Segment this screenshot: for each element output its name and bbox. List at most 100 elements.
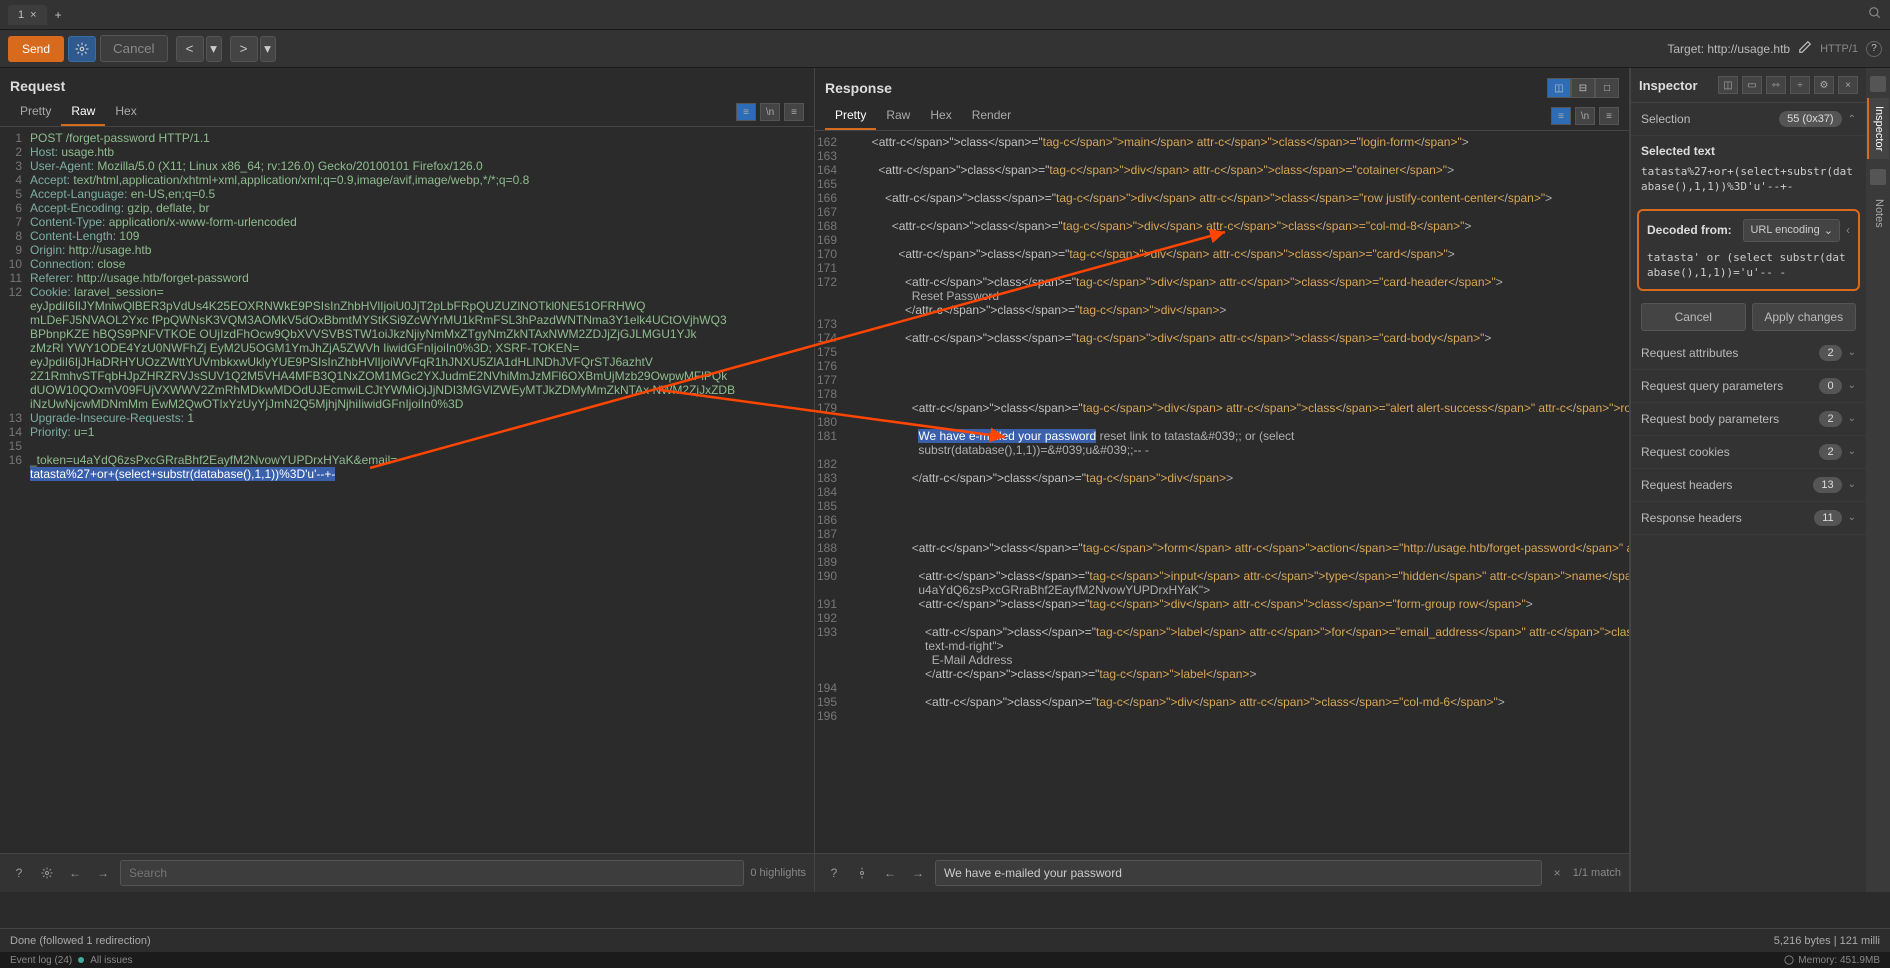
request-title: Request [10,78,804,94]
history-back-button[interactable]: < [176,36,204,62]
layout-icon[interactable]: ◫ [1718,76,1738,94]
toolbar: Send Cancel < ▾ > ▾ Target: http://usage… [0,30,1890,68]
help-icon[interactable]: ? [823,862,845,884]
expand-icon[interactable]: ⇿ [1766,76,1786,94]
inspector-row[interactable]: Request cookies2⌄ [1631,436,1866,469]
close-icon[interactable]: × [30,9,36,21]
menu-icon[interactable]: ≡ [784,103,804,121]
rail-icon[interactable] [1870,169,1886,185]
help-icon[interactable]: ? [1866,41,1882,57]
gear-icon[interactable] [851,862,873,884]
layout-split-v[interactable]: ⊟ [1571,78,1595,98]
right-rail: Inspector Notes [1866,68,1890,892]
history-dropdown-fwd[interactable]: ▾ [260,36,276,62]
response-editor[interactable]: 162 <attr-c</span>">class</span>="tag-c<… [815,131,1629,853]
next-match-icon[interactable]: → [907,862,929,884]
encoding-select[interactable]: URL encoding ⌄ [1743,219,1840,242]
chevron-up-icon: ⌃ [1848,114,1856,125]
cancel-button[interactable]: Cancel [1641,303,1746,331]
response-search-input[interactable] [935,860,1542,886]
newline-icon[interactable]: \n [1575,107,1595,125]
layout-split-h[interactable]: ◫ [1547,78,1571,98]
tab-hex[interactable]: Hex [105,98,146,126]
highlight-count: 0 highlights [750,867,806,879]
match-count: 1/1 match [1573,867,1621,879]
selection-row[interactable]: Selection 55 (0x37) ⌃ [1631,103,1866,136]
layout-single[interactable]: □ [1595,78,1619,98]
actions-icon[interactable]: ≡ [736,103,756,121]
menu-icon[interactable]: ≡ [1599,107,1619,125]
newline-icon[interactable]: \n [760,103,780,121]
status-dot-icon [78,957,84,963]
tab-label: 1 [18,9,24,21]
tab-raw[interactable]: Raw [876,102,920,130]
chevron-down-icon: ⌄ [1848,413,1856,424]
request-editor[interactable]: 1POST /forget-password HTTP/1.12Host: us… [0,127,814,853]
search-icon[interactable] [1868,6,1882,23]
next-match-icon[interactable]: → [92,862,114,884]
tab-pretty[interactable]: Pretty [10,98,61,126]
response-footer: ? ← → × 1/1 match [815,853,1629,892]
tab-bar: 1 × + [0,0,1890,30]
decoded-value[interactable]: tatasta' or (select substr(database(),1,… [1647,250,1850,281]
http-version[interactable]: HTTP/1 [1820,43,1858,55]
inspector-panel: Inspector ◫ ▭ ⇿ ÷ ⚙ × Selection 55 (0x37… [1630,68,1866,892]
edit-target-icon[interactable] [1798,40,1812,57]
gear-icon[interactable] [36,862,58,884]
main-area: Request Pretty Raw Hex ≡ \n ≡ 1POST /for… [0,68,1890,892]
cancel-button[interactable]: Cancel [100,35,168,62]
apply-changes-button[interactable]: Apply changes [1752,303,1857,331]
history-forward-button[interactable]: > [230,36,258,62]
decoded-box: Decoded from: URL encoding ⌄ ‹ tatasta' … [1637,209,1860,291]
new-tab-button[interactable]: + [47,4,70,26]
target-label: Target: http://usage.htb [1667,42,1790,56]
clear-search-icon[interactable]: × [1554,866,1561,880]
status-bar: Done (followed 1 redirection) 5,216 byte… [0,928,1890,952]
history-nav-fwd: > ▾ [230,36,276,62]
inspector-rows: Request attributes2⌄Request query parame… [1631,337,1866,535]
history-dropdown[interactable]: ▾ [206,36,222,62]
inspector-row[interactable]: Request headers13⌄ [1631,469,1866,502]
layout-buttons: ◫ ⊟ □ [1547,78,1619,98]
actions-icon[interactable]: ≡ [1551,107,1571,125]
tab-raw[interactable]: Raw [61,98,105,126]
tab-hex[interactable]: Hex [920,102,961,130]
request-footer: ? ← → 0 highlights [0,853,814,892]
close-icon[interactable]: × [1838,76,1858,94]
rail-tab-inspector[interactable]: Inspector [1867,98,1889,159]
selection-badge: 55 (0x37) [1779,111,1841,127]
event-log-link[interactable]: Event log (24) [10,955,72,966]
request-tabs: Pretty Raw Hex ≡ \n ≡ [0,98,814,127]
chevron-down-icon: ⌄ [1848,479,1856,490]
prev-match-icon[interactable]: ← [879,862,901,884]
gear-icon[interactable]: ⚙ [1814,76,1834,94]
chevron-down-icon: ⌄ [1848,512,1856,523]
response-panel: Response ◫ ⊟ □ Pretty Raw Hex Render ≡ \… [815,68,1630,892]
inspector-row[interactable]: Request query parameters0⌄ [1631,370,1866,403]
request-tab[interactable]: 1 × [8,5,47,25]
settings-icon[interactable] [68,36,96,62]
inspector-row[interactable]: Request body parameters2⌄ [1631,403,1866,436]
status-size: 5,216 bytes | 121 milli [1774,935,1880,947]
prev-match-icon[interactable]: ← [64,862,86,884]
go-icon[interactable]: ‹ [1846,223,1850,237]
send-button[interactable]: Send [8,36,64,62]
selected-text-section: Selected text tatasta%27+or+(select+subs… [1631,136,1866,203]
tab-pretty[interactable]: Pretty [825,102,876,130]
chevron-down-icon: ⌄ [1848,380,1856,391]
memory-indicator: Memory: 451.9MB [1784,955,1880,966]
request-search-input[interactable] [120,860,744,886]
layout-icon-2[interactable]: ▭ [1742,76,1762,94]
all-issues-link[interactable]: All issues [90,955,132,966]
rail-icon[interactable] [1870,76,1886,92]
tab-render[interactable]: Render [962,102,1021,130]
inspector-row[interactable]: Request attributes2⌄ [1631,337,1866,370]
chevron-down-icon: ⌄ [1848,347,1856,358]
collapse-icon[interactable]: ÷ [1790,76,1810,94]
selected-text-value[interactable]: tatasta%27+or+(select+substr(database(),… [1641,164,1856,195]
rail-tab-notes[interactable]: Notes [1867,191,1889,236]
inspector-row[interactable]: Response headers11⌄ [1631,502,1866,535]
help-icon[interactable]: ? [8,862,30,884]
response-tabs: Pretty Raw Hex Render ≡ \n ≡ [815,102,1629,131]
inspector-title: Inspector [1639,78,1714,93]
